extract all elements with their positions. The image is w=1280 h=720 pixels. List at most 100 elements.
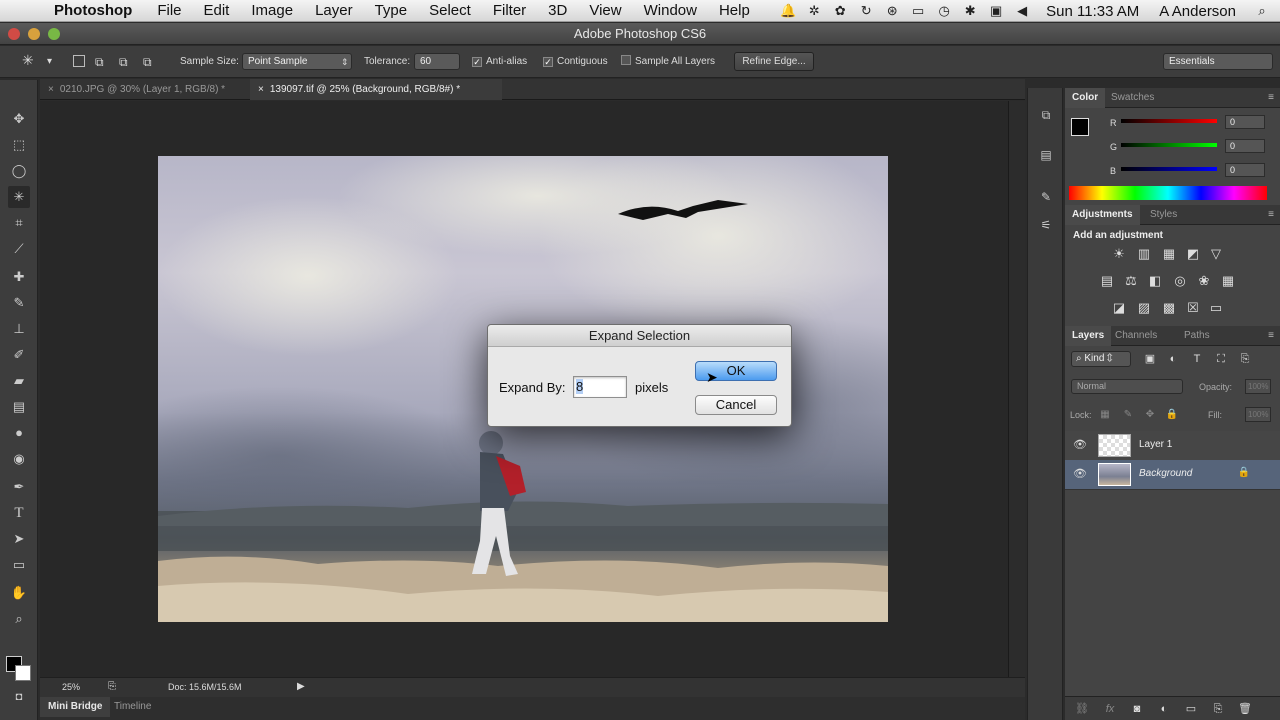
marquee-tool-icon[interactable]: ⬚ [8,134,30,156]
panel-menu-icon[interactable]: ≡ [1268,209,1274,220]
zoom-level[interactable]: 25% [62,682,80,692]
threshold-icon[interactable]: ▩ [1160,299,1178,317]
workspace-select[interactable]: Essentials [1163,53,1273,70]
blend-mode-select[interactable]: Normal [1071,379,1183,394]
layer-style-icon[interactable]: fx [1101,700,1119,718]
zoom-tool-icon[interactable]: ⌕ [8,608,30,630]
paw-icon[interactable]: ✿ [832,3,848,19]
tool-presets-icon[interactable]: ⚟ [1037,216,1055,234]
new-adjustment-layer-icon[interactable]: ◐ [1155,700,1173,718]
magic-wand-preset-icon[interactable]: ✳ [22,52,34,68]
lock-pixels-icon[interactable]: ✎ [1119,406,1137,424]
properties-panel-icon[interactable]: ▤ [1037,146,1055,164]
volume-icon[interactable]: ◀ [1014,3,1030,19]
levels-icon[interactable]: ▥ [1135,245,1153,263]
invert-icon[interactable]: ◪ [1110,299,1128,317]
layer-name[interactable]: Background [1139,468,1192,479]
accessibility-icon[interactable]: ⊛ [884,3,900,19]
tab-close-icon[interactable]: × [48,84,54,95]
filter-type-icon[interactable]: T [1188,350,1206,368]
gradient-map-icon[interactable]: ▭ [1207,299,1225,317]
green-value[interactable]: 0 [1225,139,1265,153]
sample-all-layers-checkbox[interactable]: Sample All Layers [621,54,715,70]
status-info-icon[interactable]: ⎘ [108,681,116,692]
vibrance-icon[interactable]: ▽ [1207,245,1225,263]
menu-window[interactable]: Window [644,2,697,19]
blur-tool-icon[interactable]: ● [8,422,30,444]
contiguous-checkbox[interactable]: ✓ Contiguous [543,54,608,70]
pen-tool-icon[interactable]: ✒ [8,476,30,498]
opacity-field[interactable]: 100% [1245,379,1271,394]
intersect-selection-icon[interactable]: ⧉ [143,54,152,70]
tolerance-input[interactable]: 60 [414,53,460,70]
healing-brush-tool-icon[interactable]: ✚ [8,266,30,288]
tab-mini-bridge[interactable]: Mini Bridge [40,697,111,717]
black-white-icon[interactable]: ◧ [1146,272,1164,290]
path-selection-tool-icon[interactable]: ➤ [8,528,30,550]
minimize-window-button[interactable] [28,28,40,40]
filter-shape-icon[interactable]: ⛶ [1212,350,1230,368]
zoom-window-button[interactable] [48,28,60,40]
tab-adjustments[interactable]: Adjustments [1065,205,1140,225]
time-machine-icon[interactable]: ◷ [936,3,952,19]
red-slider[interactable] [1121,119,1217,123]
vertical-scrollbar[interactable] [1008,101,1025,677]
menubar-user[interactable]: A Anderson [1159,3,1236,20]
lock-all-icon[interactable]: 🔒 [1163,406,1181,424]
kind-filter-select[interactable]: ⌕ Kind ⇕ [1071,351,1131,367]
add-mask-icon[interactable]: ◙ [1128,700,1146,718]
link-layers-icon[interactable]: ⛓ [1073,700,1091,718]
tab-timeline[interactable]: Timeline [106,697,159,717]
rectangle-tool-icon[interactable]: ▭ [8,554,30,576]
menu-filter[interactable]: Filter [493,2,526,19]
blue-slider[interactable] [1121,167,1217,171]
display-icon[interactable]: ▭ [910,3,926,19]
new-layer-icon[interactable]: ⎘ [1209,700,1227,718]
filter-pixel-icon[interactable]: ▣ [1141,350,1159,368]
red-value[interactable]: 0 [1225,115,1265,129]
hue-saturation-icon[interactable]: ▤ [1098,272,1116,290]
settings-gear-icon[interactable]: ✲ [806,3,822,19]
add-selection-icon[interactable]: ⧉ [95,54,104,70]
history-panel-icon[interactable]: ⧉ [1037,106,1055,124]
dodge-tool-icon[interactable]: ◉ [8,448,30,470]
subtract-selection-icon[interactable]: ⧉ [119,54,128,70]
status-menu-arrow-icon[interactable]: ▶ [297,681,305,692]
lock-transparent-icon[interactable]: ▦ [1096,406,1114,424]
color-balance-icon[interactable]: ⚖ [1122,272,1140,290]
brush-panel-icon[interactable]: ✎ [1037,188,1055,206]
menu-app-name[interactable]: Photoshop [54,2,132,19]
tab-layers[interactable]: Layers [1065,326,1112,346]
spotlight-search-icon[interactable]: ⌕ [1254,3,1270,19]
exposure-icon[interactable]: ◩ [1184,245,1202,263]
menu-image[interactable]: Image [251,2,293,19]
layer-row[interactable]: 👁 Layer 1 [1065,431,1280,461]
curves-icon[interactable]: ▦ [1160,245,1178,263]
menu-edit[interactable]: Edit [204,2,230,19]
notification-bell-icon[interactable]: 🔔 [780,3,796,19]
fill-field[interactable]: 100% [1245,407,1271,422]
tab-139097-tif[interactable]: × 139097.tif @ 25% (Background, RGB/8#) * [250,79,502,100]
tab-channels[interactable]: Channels [1108,326,1164,346]
input-menu-icon[interactable]: ▣ [988,3,1004,19]
menubar-clock[interactable]: Sun 11:33 AM [1046,3,1139,20]
sync-icon[interactable]: ↻ [858,3,874,19]
gradient-tool-icon[interactable]: ▤ [8,396,30,418]
tab-swatches[interactable]: Swatches [1104,88,1161,108]
tab-styles[interactable]: Styles [1143,205,1184,225]
expand-by-input[interactable]: 8 [573,376,627,398]
refine-edge-button[interactable]: Refine Edge... [734,52,814,71]
menu-3d[interactable]: 3D [548,2,567,19]
filter-smart-object-icon[interactable]: ⎘ [1236,350,1254,368]
clone-stamp-tool-icon[interactable]: ⊥ [8,318,30,340]
visibility-eye-icon[interactable]: 👁 [1073,438,1087,452]
filter-adjustment-icon[interactable]: ◐ [1164,350,1182,368]
new-selection-icon[interactable] [73,55,85,67]
panel-menu-icon[interactable]: ≡ [1268,92,1274,103]
history-brush-tool-icon[interactable]: ✐ [8,344,30,366]
selective-color-icon[interactable]: ☒ [1184,299,1202,317]
tab-color[interactable]: Color [1065,88,1106,108]
menu-layer[interactable]: Layer [315,2,353,19]
lock-position-icon[interactable]: ✥ [1141,406,1159,424]
menu-type[interactable]: Type [375,2,408,19]
